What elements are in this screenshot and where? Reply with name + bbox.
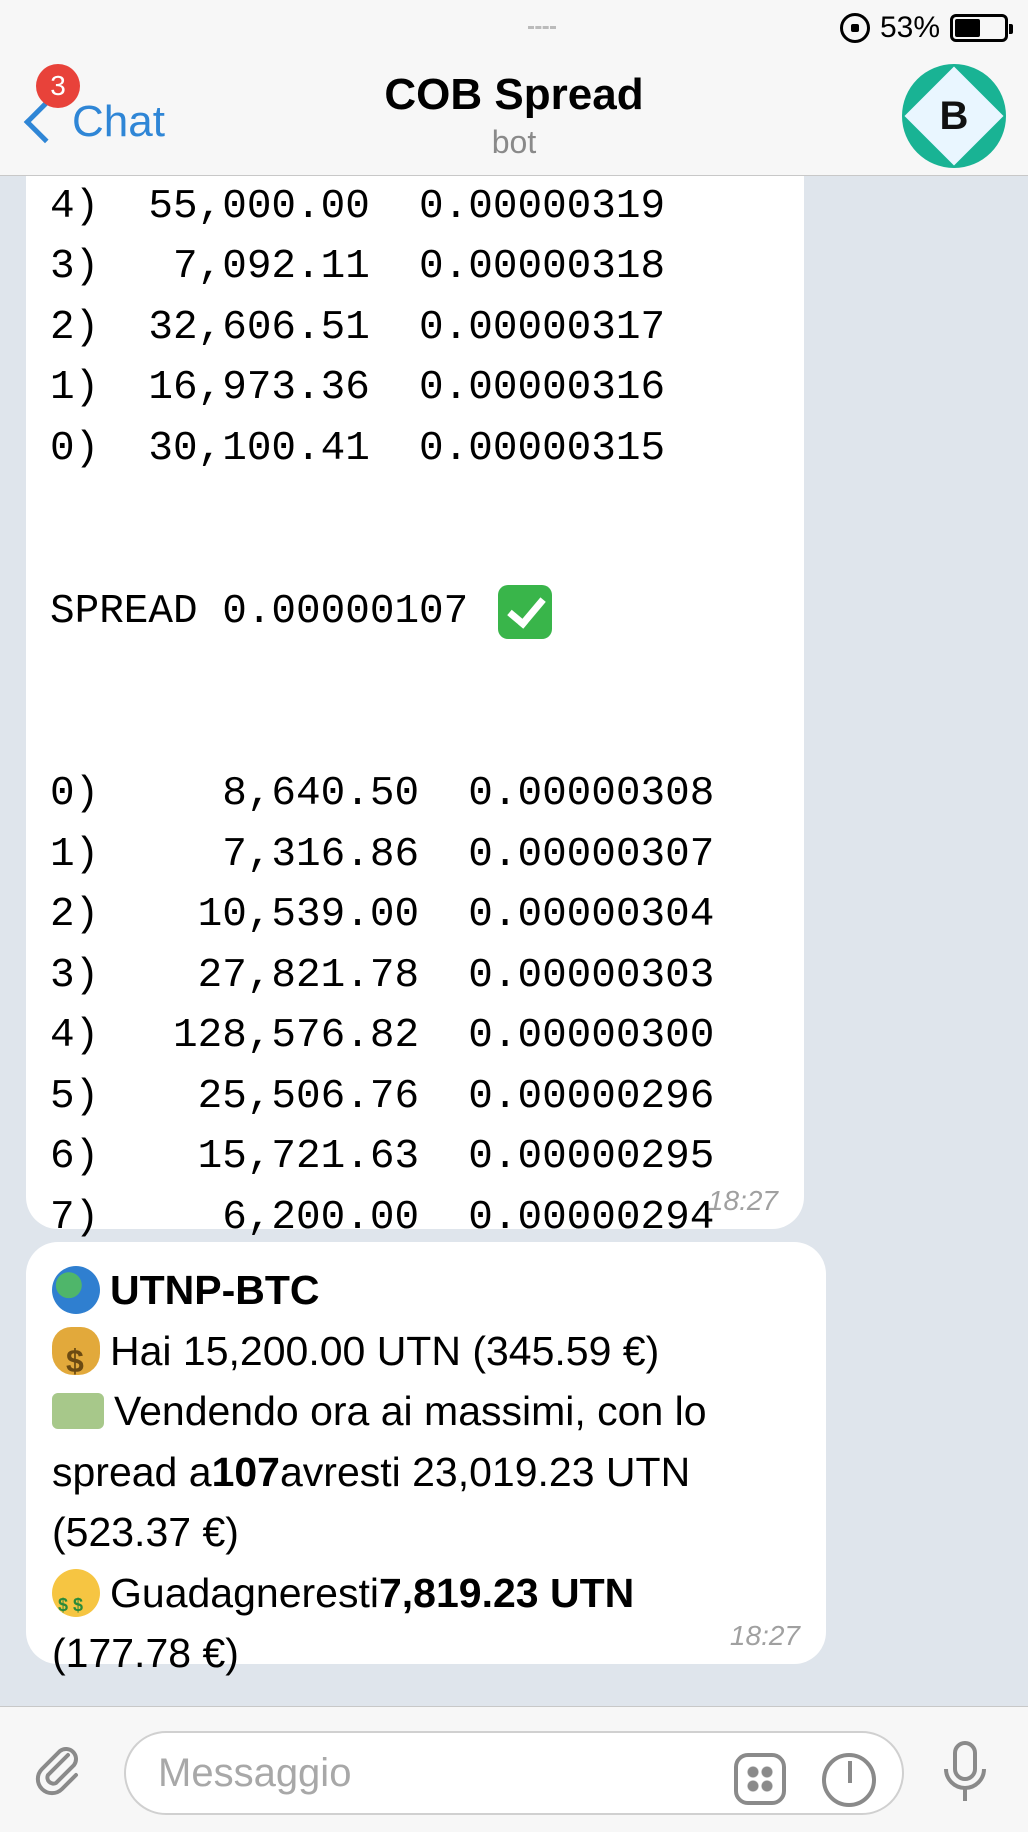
orderbook-row: 3) 27,821.78 0.00000303: [50, 952, 715, 999]
chat-subtitle: bot: [491, 124, 537, 160]
message-line: Guadagneresti 7,819.23 UTN: [52, 1563, 822, 1635]
avatar-diamond: B: [904, 66, 1004, 166]
message-bubble-orderbook[interactable]: 5) 83,000.00 0.000003204) 55,000.00 0.00…: [26, 176, 804, 1241]
globe-icon: [52, 1266, 100, 1315]
money-mouth-face-icon: [52, 1568, 100, 1635]
holding-text: Hai 15,200.00 UTN (345.59 €): [110, 1327, 660, 1374]
gain-value: 7,819.23 UTN: [378, 1569, 635, 1616]
spread-suffix: avresti 23,019.23 UTN: [279, 1448, 691, 1495]
message-line: spread a 107 avresti 23,019.23 UTN: [52, 1442, 822, 1503]
status-right: 53%: [839, 10, 1013, 46]
message-line: (523.37 €): [52, 1502, 822, 1563]
check-mark-icon: [498, 585, 553, 640]
message-line: Vendendo ora ai massimi, con lo: [52, 1381, 822, 1442]
chat-title[interactable]: COB Spread: [0, 70, 1028, 120]
message-time: 18:27: [729, 1620, 800, 1651]
banknote-icon: [52, 1393, 104, 1430]
orderbook-row: 0) 30,100.41 0.00000315: [50, 425, 666, 472]
orderbook-row: 2) 10,539.00 0.00000304: [50, 892, 715, 938]
money-bag-icon: [52, 1326, 100, 1391]
paperclip-icon[interactable]: [30, 1741, 86, 1797]
spread-line: SPREAD 0.00000107: [50, 582, 553, 643]
orderbook-row: 3) 7,092.11 0.00000318: [50, 244, 666, 290]
input-bar: [0, 1706, 1028, 1832]
chat-area[interactable]: 5) 83,000.00 0.000003204) 55,000.00 0.00…: [0, 176, 1028, 1706]
spread-text: SPREAD 0.00000107: [50, 589, 469, 635]
orderbook-row: 6) 15,721.63 0.00000295: [50, 1134, 715, 1180]
rotation-lock-icon: [839, 13, 870, 43]
orderbook-asks: 5) 83,000.00 0.000003204) 55,000.00 0.00…: [50, 176, 665, 479]
euro-value: (523.37 €): [52, 1509, 239, 1555]
message-line: UTNP-BTC: [52, 1260, 822, 1321]
pair-label: UTNP-BTC: [110, 1267, 320, 1313]
message-input[interactable]: [124, 1731, 904, 1815]
battery-fill: [955, 19, 981, 37]
microphone-icon[interactable]: [940, 1741, 990, 1805]
bitcoin-icon: B: [939, 93, 969, 138]
message-time: 18:27: [707, 1185, 778, 1216]
orderbook-row: 2) 32,606.51 0.00000317: [50, 304, 666, 351]
orderbook-row: 4) 55,000.00 0.00000319: [50, 183, 666, 230]
orderbook-row: 0) 8,640.50 0.00000308: [50, 771, 715, 817]
battery-icon: [950, 14, 1013, 42]
nav-bar: Chat 3 COB Spread bot B: [0, 56, 1028, 176]
status-bar: 53%: [0, 0, 1028, 56]
spread-value: 107: [211, 1448, 280, 1495]
message-text: UTNP-BTC Hai 15,200.00 UTN (345.59 €) Ve…: [52, 1260, 822, 1684]
message-bubble-summary[interactable]: UTNP-BTC Hai 15,200.00 UTN (345.59 €) Ve…: [26, 1242, 826, 1676]
schedule-icon[interactable]: [822, 1753, 876, 1807]
status-dash: [528, 26, 556, 30]
message-line: (177.78 €): [52, 1623, 822, 1684]
orderbook-row: 1) 7,316.86 0.00000307: [50, 831, 715, 878]
spread-prefix: spread a: [52, 1448, 212, 1495]
message-line: Hai 15,200.00 UTN (345.59 €): [52, 1321, 822, 1391]
selling-text: Vendendo ora ai massimi, con lo: [114, 1388, 707, 1434]
avatar[interactable]: B: [902, 64, 1006, 168]
gain-prefix: Guadagneresti: [110, 1569, 379, 1616]
orderbook-row: 7) 6,200.00 0.00000294: [50, 1194, 715, 1241]
orderbook-row: 1) 16,973.36 0.00000316: [50, 365, 666, 411]
orderbook-row: 4) 128,576.82 0.00000300: [50, 1013, 715, 1059]
orderbook-row: 5) 25,506.76 0.00000296: [50, 1073, 715, 1120]
sticker-icon[interactable]: [734, 1753, 786, 1805]
orderbook-bids: 0) 8,640.50 0.00000308 1) 7,316.86 0.0000…: [50, 764, 714, 1248]
battery-percent: 53%: [879, 11, 940, 44]
